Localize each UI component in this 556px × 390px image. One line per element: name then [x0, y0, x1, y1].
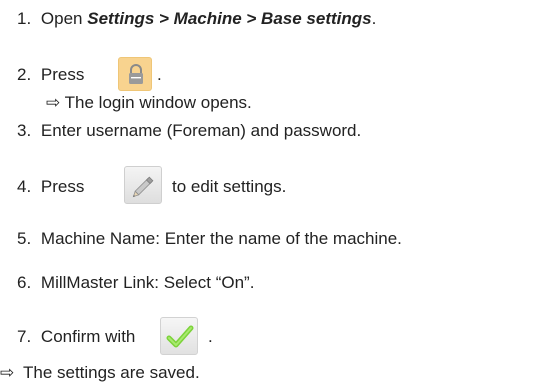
step-5: 5. Machine Name: Enter the name of the m… — [17, 228, 402, 250]
step-3: 3. Enter username (Foreman) and password… — [17, 120, 361, 142]
step-text: Confirm with — [40, 327, 136, 346]
step-4-end: to edit settings. — [172, 177, 287, 196]
step-text: Press — [40, 177, 85, 196]
step-7-end: . — [208, 327, 213, 346]
checkmark-icon — [166, 325, 194, 348]
edit-button[interactable] — [124, 166, 162, 204]
step-1: 1. Open Settings > Machine > Base settin… — [17, 8, 376, 30]
final-result: ⇨ The settings are saved. — [0, 362, 200, 384]
result-arrow-icon: ⇨ — [0, 363, 15, 382]
step-number: 3. — [17, 121, 32, 140]
step-4: 4. Press — [17, 176, 84, 198]
step-text: Press — [40, 65, 85, 84]
lock-icon — [129, 64, 143, 84]
step-number: 1. — [17, 9, 32, 28]
step-number: 2. — [17, 65, 32, 84]
step-number: 6. — [17, 273, 32, 292]
step-2: 2. Press — [17, 64, 84, 86]
step-text-end: . — [371, 9, 377, 28]
step-text: Open — [40, 9, 88, 28]
result-text: The settings are saved. — [22, 363, 200, 382]
step-6: 6. MillMaster Link: Select “On”. — [17, 272, 254, 294]
settings-path: Settings > Machine > Base settings — [87, 9, 372, 28]
step-2-end: . — [157, 65, 162, 84]
step-text: MillMaster Link: Select “On”. — [40, 273, 255, 292]
step-text: Enter username (Foreman) and password. — [40, 121, 362, 140]
step-2-result: ⇨ The login window opens. — [46, 93, 252, 112]
pencil-icon — [132, 176, 154, 198]
step-number: 5. — [17, 229, 32, 248]
step-7: 7. Confirm with — [17, 326, 135, 348]
step-number: 7. — [17, 327, 32, 346]
lock-button[interactable] — [118, 57, 152, 91]
step-text: Machine Name: Enter the name of the mach… — [40, 229, 402, 248]
instruction-list: 1. Open Settings > Machine > Base settin… — [0, 0, 556, 390]
step-number: 4. — [17, 177, 32, 196]
confirm-button[interactable] — [160, 317, 198, 355]
